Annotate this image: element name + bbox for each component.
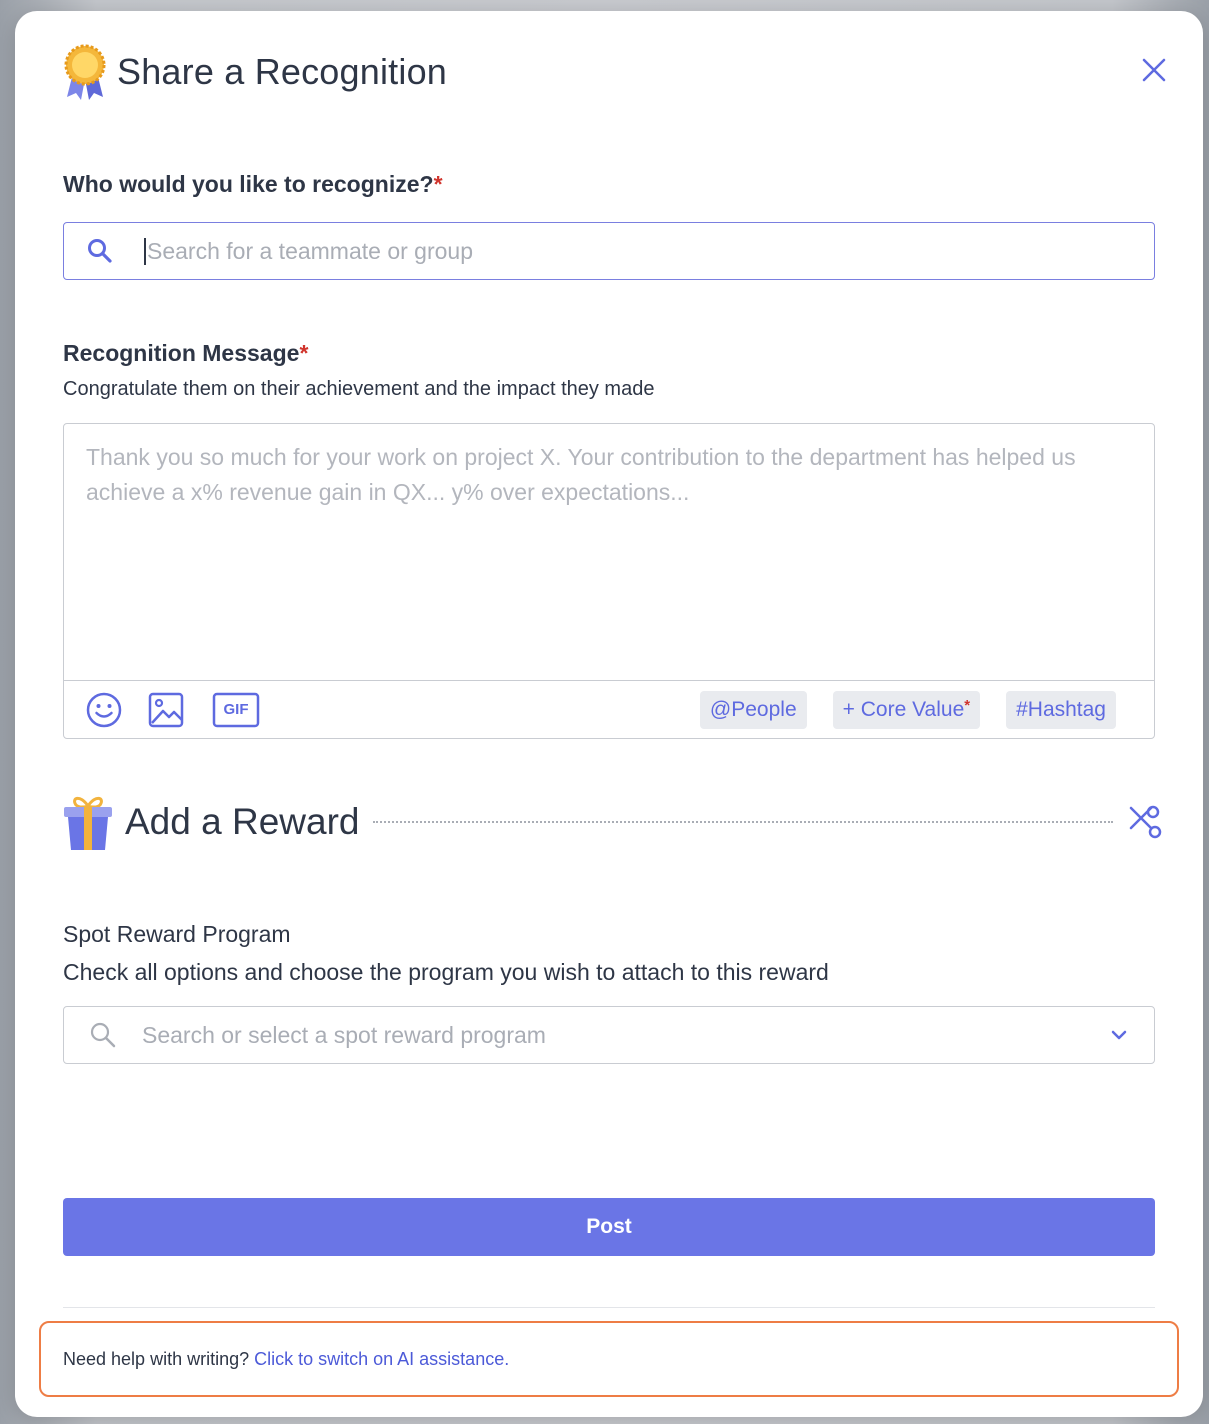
hashtag-chip[interactable]: #Hashtag <box>1006 690 1116 729</box>
post-button[interactable]: Post <box>63 1198 1155 1256</box>
core-value-chip[interactable]: + Core Value * <box>832 690 981 729</box>
message-helper-text: Congratulate them on their achievement a… <box>63 378 655 400</box>
scissors-icon[interactable] <box>1127 804 1163 840</box>
ai-assistance-link[interactable]: Click to switch on AI assistance. <box>254 1349 509 1370</box>
ai-help-prompt: Need help with writing? <box>63 1348 250 1369</box>
spot-reward-select[interactable]: Search or select a spot reward program <box>63 1006 1155 1064</box>
gif-button[interactable]: GIF <box>212 690 260 730</box>
required-mark: * <box>299 340 309 366</box>
recipient-search-field[interactable] <box>63 222 1155 280</box>
people-chip[interactable]: @People <box>699 690 807 729</box>
footer-divider <box>63 1307 1155 1308</box>
image-icon[interactable] <box>146 690 186 730</box>
message-toolbar: GIF @People + Core Value * #Hashtag <box>64 680 1154 738</box>
search-icon <box>88 239 112 263</box>
message-textarea[interactable] <box>86 440 1136 670</box>
medal-icon <box>64 44 106 100</box>
spot-reward-label: Spot Reward Program <box>63 921 291 947</box>
recipient-search-input[interactable] <box>144 237 1094 265</box>
reward-title: Add a Reward <box>125 801 360 842</box>
dialog-header: Share a Recognition <box>63 43 447 101</box>
reward-section-header: Add a Reward <box>63 791 1163 853</box>
core-value-label: + Core Value <box>842 697 965 721</box>
recipient-label: Who would you like to recognize?* <box>63 171 443 197</box>
gif-label: GIF <box>223 701 249 718</box>
required-mark: * <box>964 696 971 714</box>
close-icon[interactable] <box>1139 55 1169 85</box>
spot-reward-placeholder: Search or select a spot reward program <box>142 1021 546 1048</box>
message-editor: GIF @People + Core Value* #Hashtag <box>63 423 1155 739</box>
ai-assistance-banner: Need help with writing? Click to switch … <box>39 1321 1179 1397</box>
required-mark: * <box>433 171 443 197</box>
message-label: Recognition Message* <box>63 340 309 366</box>
emoji-icon[interactable] <box>84 690 124 730</box>
search-icon <box>90 1022 116 1048</box>
spot-reward-helper: Check all options and choose the program… <box>63 959 829 985</box>
dialog-title: Share a Recognition <box>117 51 448 92</box>
gift-icon <box>64 796 112 850</box>
recognition-dialog: Share a Recognition Who would you like t… <box>15 11 1203 1417</box>
dotted-divider <box>373 821 1113 823</box>
chevron-down-icon[interactable] <box>1110 1029 1128 1041</box>
